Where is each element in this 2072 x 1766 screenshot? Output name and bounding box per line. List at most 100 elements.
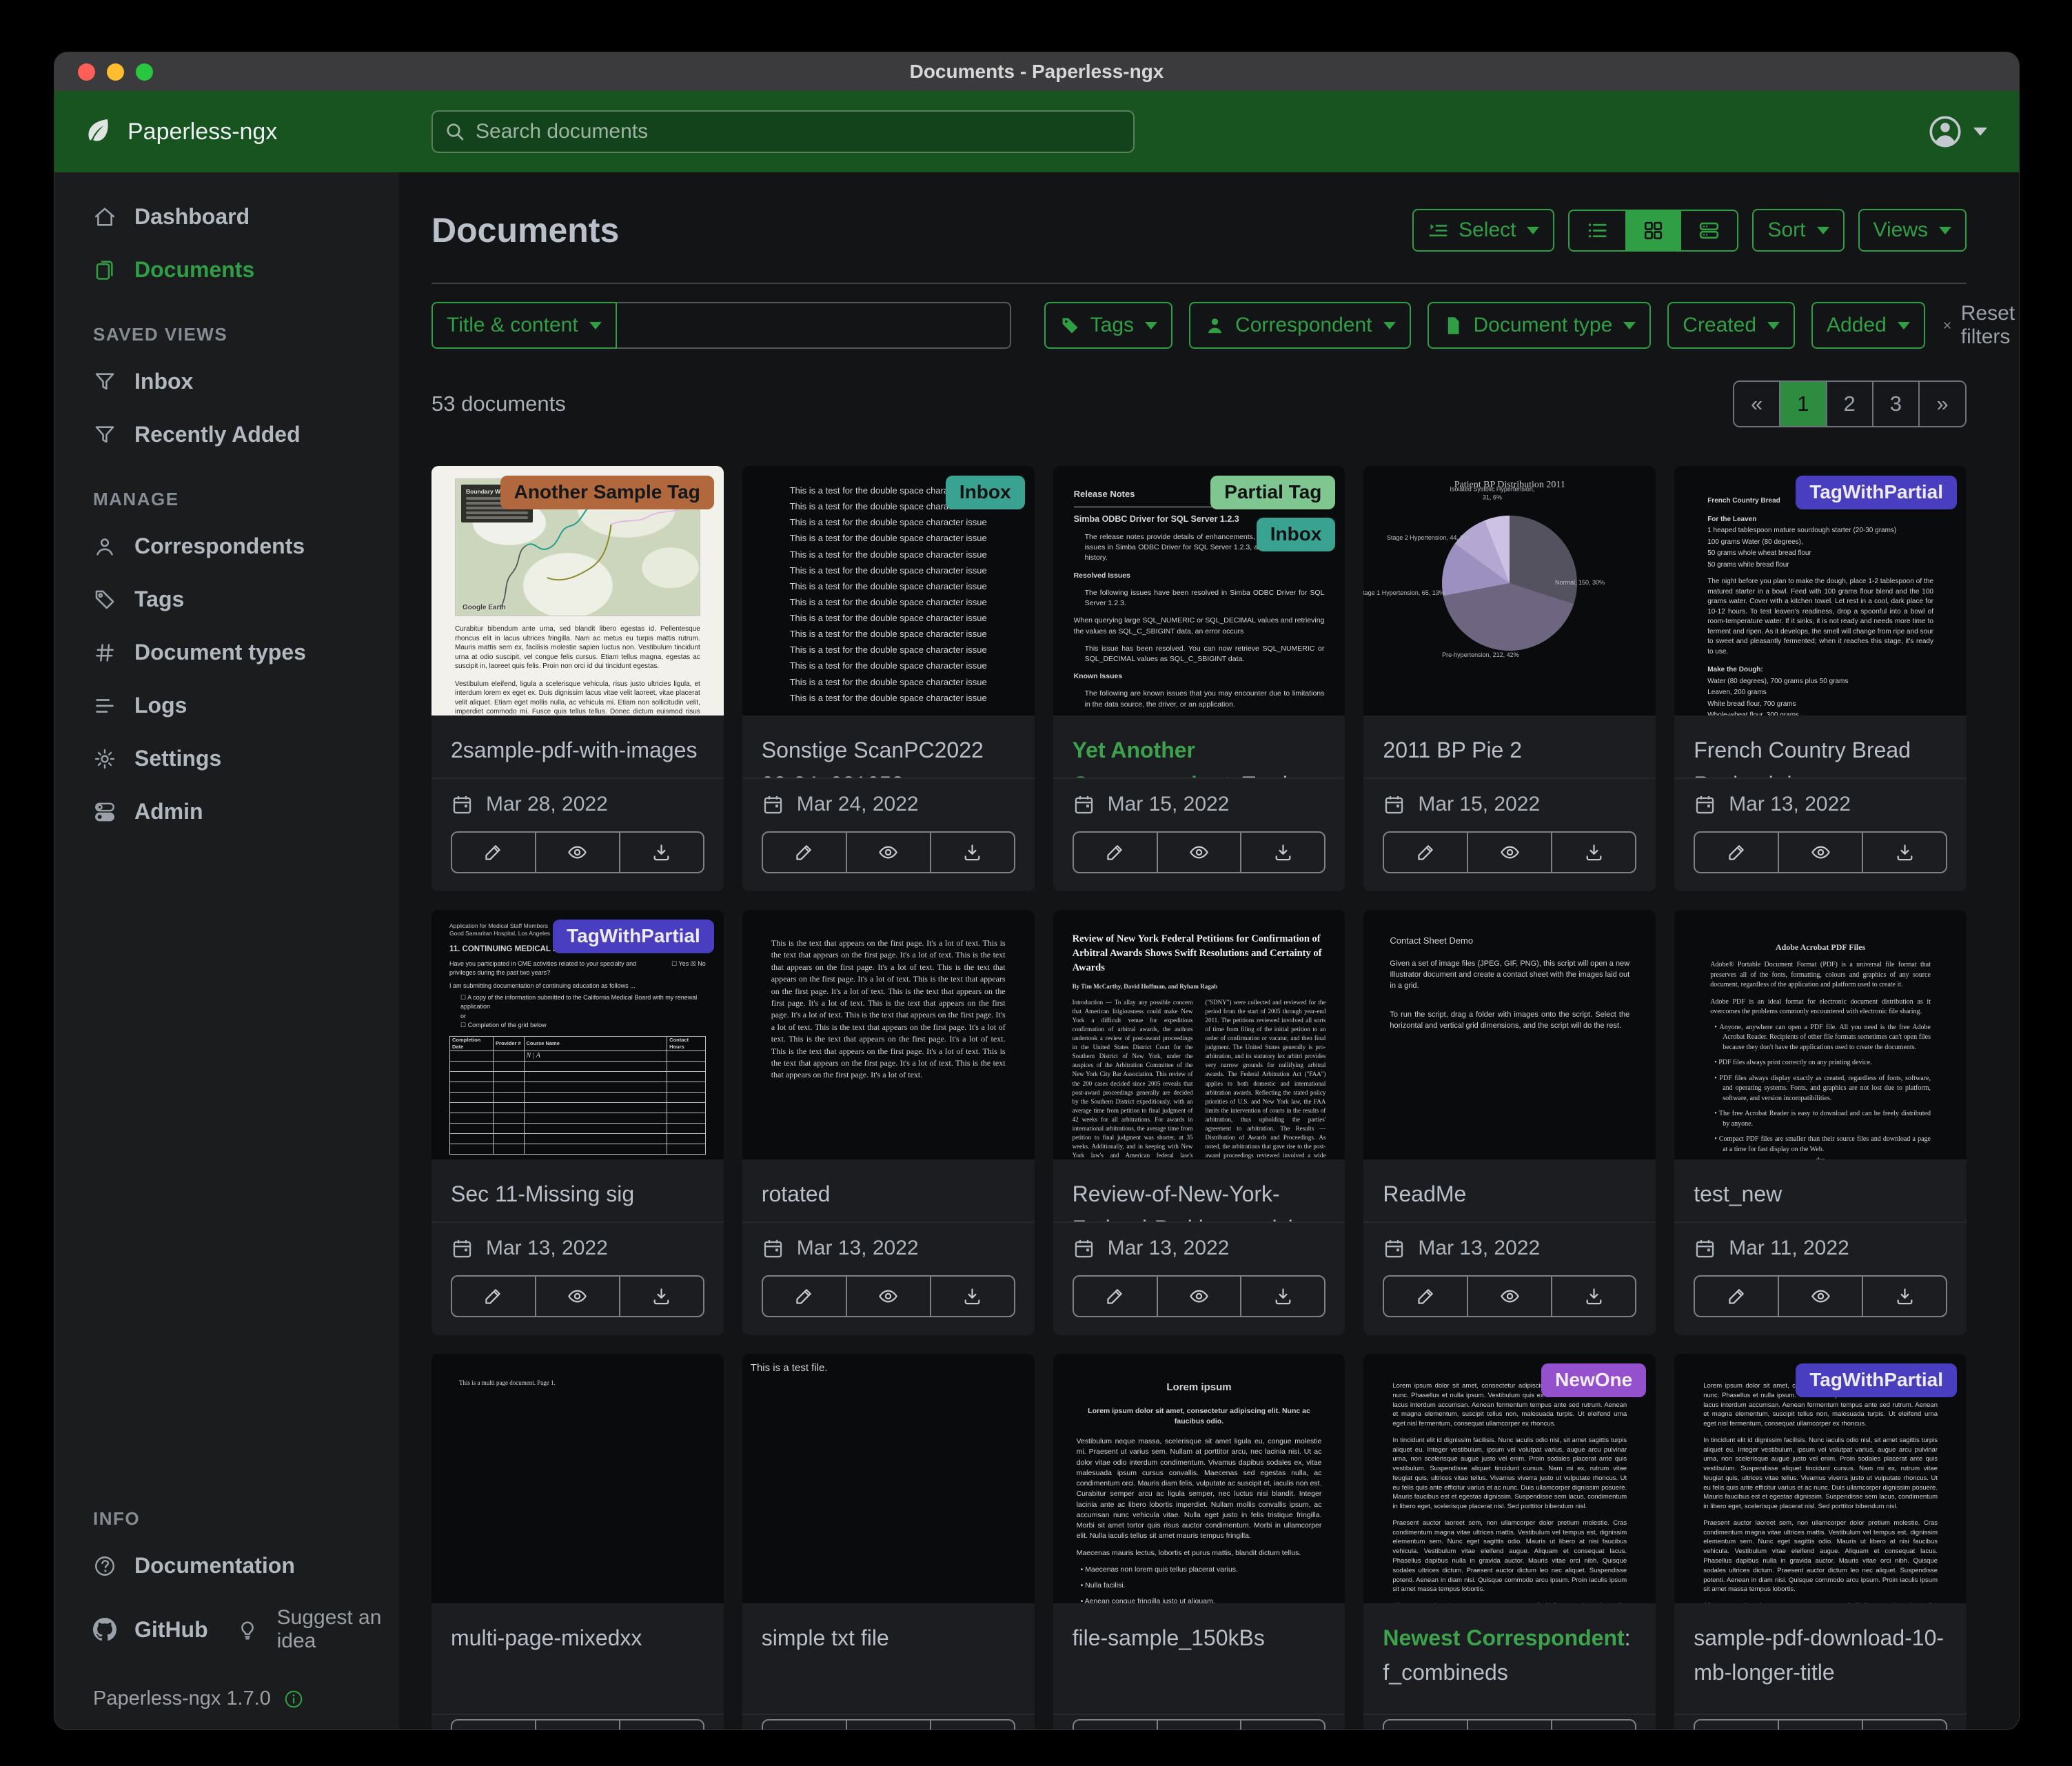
document-title[interactable]: rotated: [742, 1159, 1035, 1221]
download-button[interactable]: [620, 833, 703, 872]
document-title[interactable]: Review-of-New-York-Federal-Petitions-art…: [1053, 1159, 1345, 1221]
document-card[interactable]: This is a multi page document. Page 1.mu…: [431, 1354, 724, 1729]
view-button[interactable]: [847, 1721, 931, 1729]
zoom-window-button[interactable]: [136, 63, 153, 81]
document-title[interactable]: Sec 11-Missing sig: [431, 1159, 724, 1221]
document-card[interactable]: This is the text that appears on the fir…: [742, 910, 1035, 1335]
view-button[interactable]: [536, 1721, 620, 1729]
document-thumbnail[interactable]: NewOneLorem ipsum dolor sit amet, consec…: [1363, 1354, 1656, 1603]
sidebar-item-documents[interactable]: Documents: [54, 243, 399, 296]
sidebar-item-document-types[interactable]: Document types: [54, 626, 399, 679]
tag-badge[interactable]: Partial Tag: [1210, 476, 1335, 509]
edit-button[interactable]: [1074, 1721, 1158, 1729]
download-button[interactable]: [1241, 1277, 1324, 1316]
sidebar-item-logs[interactable]: Logs: [54, 679, 399, 732]
document-title[interactable]: Newest Correspondent: f_combineds: [1363, 1603, 1656, 1714]
close-window-button[interactable]: [78, 63, 95, 81]
info-icon[interactable]: [283, 1689, 304, 1709]
edit-button[interactable]: [1384, 1721, 1468, 1729]
document-card[interactable]: Patient BP Distribution 2011Normal, 150,…: [1363, 466, 1656, 891]
pagination-prev-button[interactable]: «: [1734, 382, 1780, 426]
document-card[interactable]: NewOneLorem ipsum dolor sit amet, consec…: [1363, 1354, 1656, 1729]
correspondent-filter-button[interactable]: Correspondent: [1189, 302, 1410, 349]
edit-button[interactable]: [1695, 1721, 1779, 1729]
document-thumbnail[interactable]: Contact Sheet DemoGiven a set of image f…: [1363, 910, 1656, 1159]
download-button[interactable]: [620, 1721, 703, 1729]
download-button[interactable]: [1552, 833, 1635, 872]
document-thumbnail[interactable]: TagWithPartialApplication for Medical St…: [431, 910, 724, 1159]
download-button[interactable]: [1552, 1277, 1635, 1316]
document-title[interactable]: test_new: [1674, 1159, 1967, 1221]
sidebar-item-admin[interactable]: Admin: [54, 785, 399, 838]
document-card[interactable]: TagWithPartialLorem ipsum dolor sit amet…: [1674, 1354, 1967, 1729]
document-thumbnail[interactable]: InboxThis is a test for the double space…: [742, 466, 1035, 715]
view-button[interactable]: [1468, 1277, 1552, 1316]
view-button[interactable]: [847, 1277, 931, 1316]
sidebar-item-suggest-idea[interactable]: Suggest an idea: [208, 1592, 399, 1667]
download-button[interactable]: [931, 1277, 1014, 1316]
tag-badge[interactable]: Inbox: [946, 476, 1025, 509]
view-button[interactable]: [1779, 1721, 1863, 1729]
sort-button[interactable]: Sort: [1752, 209, 1844, 252]
document-thumbnail[interactable]: Patient BP Distribution 2011Normal, 150,…: [1363, 466, 1656, 715]
tags-filter-button[interactable]: Tags: [1044, 302, 1172, 349]
document-thumbnail[interactable]: This is a test file.: [742, 1354, 1035, 1603]
view-button[interactable]: [1468, 833, 1552, 872]
edit-button[interactable]: [1074, 1277, 1158, 1316]
edit-button[interactable]: [452, 1721, 536, 1729]
document-thumbnail[interactable]: Adobe Acrobat PDF FilesAdobe® Portable D…: [1674, 910, 1967, 1159]
title-content-dropdown[interactable]: Title & content: [431, 302, 617, 349]
view-button[interactable]: [1779, 1277, 1863, 1316]
edit-button[interactable]: [1695, 833, 1779, 872]
pagination-page-1[interactable]: 1: [1780, 382, 1827, 426]
document-title[interactable]: 2sample-pdf-with-images: [431, 715, 724, 778]
document-title[interactable]: multi-page-mixedxx: [431, 1603, 724, 1714]
view-button[interactable]: [1158, 833, 1242, 872]
download-button[interactable]: [931, 833, 1014, 872]
select-button[interactable]: Select: [1412, 209, 1554, 252]
view-button[interactable]: [536, 833, 620, 872]
edit-button[interactable]: [1384, 1277, 1468, 1316]
download-button[interactable]: [1552, 1721, 1635, 1729]
sidebar-item-tags[interactable]: Tags: [54, 573, 399, 626]
minimize-window-button[interactable]: [107, 63, 124, 81]
edit-button[interactable]: [763, 833, 847, 872]
document-card[interactable]: Partial TagInboxRelease NotesSimba ODBC …: [1053, 466, 1345, 891]
detail-view-button[interactable]: [1681, 211, 1737, 250]
search-input[interactable]: [476, 120, 1122, 143]
pagination-next-button[interactable]: »: [1920, 382, 1965, 426]
download-button[interactable]: [1863, 1721, 1946, 1729]
brand[interactable]: Paperless-ngx: [54, 116, 277, 148]
edit-button[interactable]: [763, 1277, 847, 1316]
document-card[interactable]: Lorem ipsumLorem ipsum dolor sit amet, c…: [1053, 1354, 1345, 1729]
pagination-page-3[interactable]: 3: [1873, 382, 1920, 426]
document-thumbnail[interactable]: Another Sample TagBoundary Waters TripGo…: [431, 466, 724, 715]
document-title[interactable]: Sonstige ScanPC2022 03-24_081058: [742, 715, 1035, 778]
view-button[interactable]: [847, 833, 931, 872]
document-title[interactable]: sample-pdf-download-10-mb-longer-title: [1674, 1603, 1967, 1714]
tag-badge[interactable]: Inbox: [1257, 518, 1336, 551]
download-button[interactable]: [1863, 833, 1946, 872]
pagination-page-2[interactable]: 2: [1827, 382, 1873, 426]
document-card[interactable]: This is a test file.simple txt file: [742, 1354, 1035, 1729]
edit-button[interactable]: [452, 1277, 536, 1316]
download-button[interactable]: [1241, 1721, 1324, 1729]
reset-filters-button[interactable]: Reset filters: [1942, 302, 2019, 349]
document-thumbnail[interactable]: Review of New York Federal Petitions for…: [1053, 910, 1345, 1159]
sidebar-item-inbox[interactable]: Inbox: [54, 355, 399, 408]
download-button[interactable]: [620, 1277, 703, 1316]
document-card[interactable]: Contact Sheet DemoGiven a set of image f…: [1363, 910, 1656, 1335]
document-correspondent[interactable]: Newest Correspondent: [1383, 1625, 1624, 1650]
tag-badge[interactable]: NewOne: [1541, 1363, 1646, 1397]
views-button[interactable]: Views: [1858, 209, 1967, 252]
edit-button[interactable]: [1695, 1277, 1779, 1316]
sidebar-item-settings[interactable]: Settings: [54, 732, 399, 785]
added-filter-button[interactable]: Added: [1811, 302, 1925, 349]
document-card[interactable]: InboxThis is a test for the double space…: [742, 466, 1035, 891]
view-button[interactable]: [1158, 1721, 1242, 1729]
document-card[interactable]: Review of New York Federal Petitions for…: [1053, 910, 1345, 1335]
document-thumbnail[interactable]: TagWithPartialFrench Country BreadFor th…: [1674, 466, 1967, 715]
edit-button[interactable]: [763, 1721, 847, 1729]
download-button[interactable]: [1863, 1277, 1946, 1316]
document-card[interactable]: Adobe Acrobat PDF FilesAdobe® Portable D…: [1674, 910, 1967, 1335]
